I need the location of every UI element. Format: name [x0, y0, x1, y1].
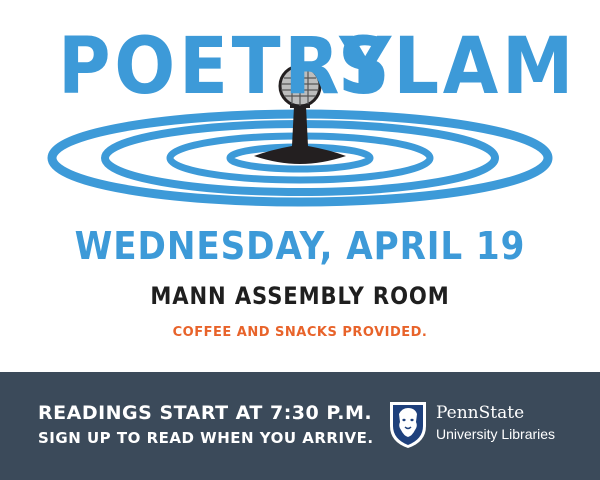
- poetry-slam-poster: POETRY SLAM WEDNESDAY, APRIL 19 MANN ASS…: [0, 0, 600, 480]
- event-note: COFFEE AND SNACKS PROVIDED.: [172, 325, 428, 340]
- pennstate-libraries-logo: PennState University Libraries: [388, 400, 578, 456]
- nittany-lion-shield-icon: [390, 402, 426, 448]
- readings-start-text: READINGS START AT 7:30 P.M.: [38, 402, 373, 424]
- logo-subtitle: University Libraries: [436, 426, 556, 442]
- event-location: MANN ASSEMBLY ROOM: [150, 282, 450, 310]
- title-slam: SLAM: [338, 22, 578, 112]
- logo-name: PennState: [436, 403, 525, 423]
- signup-text: SIGN UP TO READ WHEN YOU ARRIVE.: [38, 429, 374, 447]
- event-date: WEDNESDAY, APRIL 19: [74, 224, 526, 268]
- footer-band: READINGS START AT 7:30 P.M. SIGN UP TO R…: [0, 372, 600, 480]
